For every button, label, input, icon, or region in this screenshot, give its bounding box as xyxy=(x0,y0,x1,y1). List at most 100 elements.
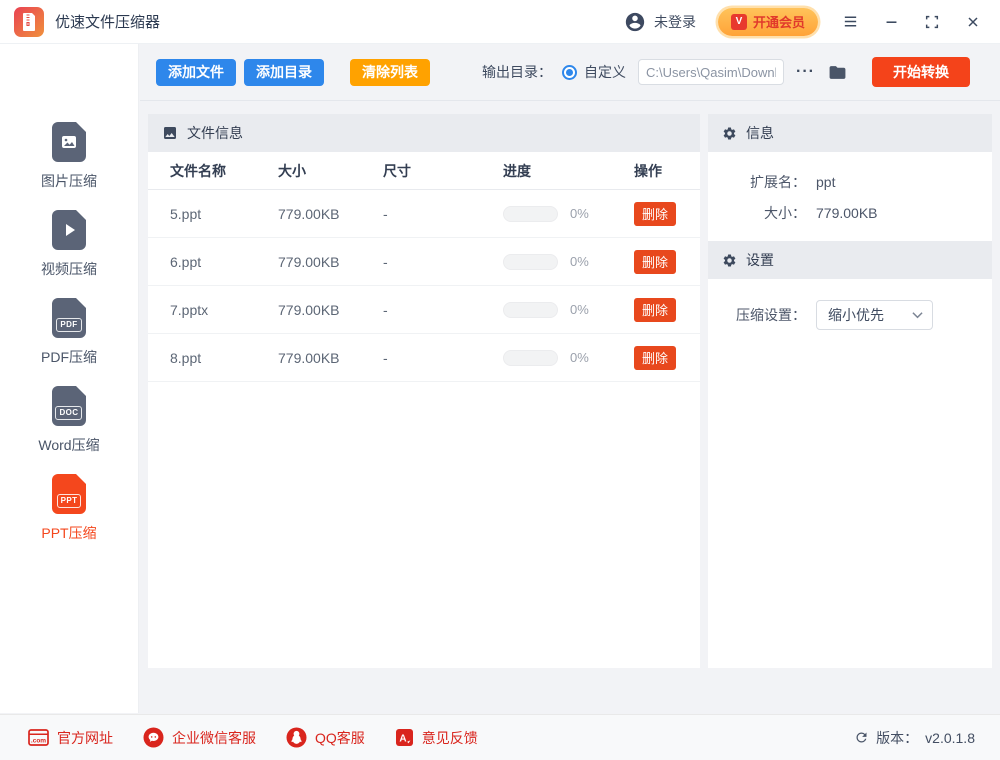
official-website-link[interactable]: .com 官方网址 xyxy=(28,728,113,748)
close-button[interactable] xyxy=(964,13,982,31)
add-file-button[interactable]: 添加文件 xyxy=(156,59,236,86)
file-dimension: - xyxy=(383,350,503,366)
file-size: 779.00KB xyxy=(278,254,383,270)
login-status[interactable]: 未登录 xyxy=(654,12,696,32)
start-convert-button[interactable]: 开始转换 xyxy=(872,57,970,87)
feedback-link[interactable]: A 意见反馈 xyxy=(395,728,478,748)
info-body: 扩展名： ppt 大小： 779.00KB xyxy=(708,152,992,241)
hamburger-icon xyxy=(842,13,859,30)
titlebar: 优速文件压缩器 未登录 V 开通会员 xyxy=(0,0,1000,44)
qq-service-link[interactable]: QQ客服 xyxy=(286,727,365,748)
progress-percent: 0% xyxy=(570,206,589,221)
sidebar-item-video-compress[interactable]: 视频压缩 xyxy=(41,210,97,279)
delete-button[interactable]: 删除 xyxy=(634,250,676,274)
sidebar-item-label: PPT压缩 xyxy=(41,523,96,543)
sidebar-item-word-compress[interactable]: DOC Word压缩 xyxy=(38,386,99,455)
sidebar-item-label: Word压缩 xyxy=(38,435,99,455)
minimize-icon xyxy=(883,13,900,30)
sidebar-item-label: 图片压缩 xyxy=(41,171,97,191)
file-info-panel: 文件信息 文件名称 大小 尺寸 进度 操作 5.ppt 779.00KB - 0… xyxy=(148,114,700,668)
table-row: 8.ppt 779.00KB - 0% 删除 xyxy=(148,334,700,382)
info-header: 信息 xyxy=(708,114,992,152)
table-row: 6.ppt 779.00KB - 0% 删除 xyxy=(148,238,700,286)
table-row: 7.pptx 779.00KB - 0% 删除 xyxy=(148,286,700,334)
wechat-service-icon xyxy=(143,727,164,748)
open-vip-button[interactable]: V 开通会员 xyxy=(718,8,818,36)
file-dimension: - xyxy=(383,254,503,270)
vip-icon: V xyxy=(731,14,747,30)
sidebar-item-label: 视频压缩 xyxy=(41,259,97,279)
output-directory-label: 输出目录： xyxy=(482,62,552,82)
doc-file-icon: DOC xyxy=(52,386,86,426)
play-icon xyxy=(66,224,75,236)
size-label: 大小： xyxy=(708,203,806,223)
col-file-name: 文件名称 xyxy=(170,161,278,181)
refresh-icon[interactable] xyxy=(854,730,869,745)
file-info-header: 文件信息 xyxy=(148,114,700,152)
menu-button[interactable] xyxy=(841,13,859,31)
progress-bar xyxy=(503,302,558,318)
user-avatar-icon[interactable] xyxy=(624,11,646,33)
settings-body: 压缩设置： 缩小优先 xyxy=(708,279,992,343)
footer: .com 官方网址 企业微信客服 QQ客服 A 意见反馈 版本：v2.0.1.8 xyxy=(0,714,1000,760)
maximize-icon xyxy=(924,14,940,30)
ppt-file-icon: PPT xyxy=(52,474,86,514)
image-panel-icon xyxy=(162,125,178,141)
output-directory-group: 输出目录： 自定义 ··· 开始转换 xyxy=(482,57,970,87)
progress-bar xyxy=(503,254,558,270)
file-name: 8.ppt xyxy=(170,350,278,366)
wechat-service-link[interactable]: 企业微信客服 xyxy=(143,727,256,748)
svg-text:.com: .com xyxy=(31,737,46,744)
col-progress: 进度 xyxy=(503,161,634,181)
compress-setting-label: 压缩设置： xyxy=(708,305,806,325)
size-value: 779.00KB xyxy=(816,205,878,221)
open-folder-button[interactable] xyxy=(827,63,848,82)
sidebar-item-pdf-compress[interactable]: PDF PDF压缩 xyxy=(41,298,97,367)
sidebar-item-ppt-compress[interactable]: PPT PPT压缩 xyxy=(41,474,96,543)
qq-service-icon xyxy=(286,727,307,748)
image-file-icon xyxy=(52,122,86,162)
progress-bar xyxy=(503,206,558,222)
file-dimension: - xyxy=(383,302,503,318)
delete-button[interactable]: 删除 xyxy=(634,298,676,322)
feedback-icon: A xyxy=(395,728,414,747)
settings-header: 设置 xyxy=(708,241,992,279)
output-path-input[interactable] xyxy=(638,59,784,85)
col-action: 操作 xyxy=(634,161,700,181)
right-panel: 信息 扩展名： ppt 大小： 779.00KB 设置 压缩设置： 缩小优先 xyxy=(708,114,992,668)
chevron-down-icon xyxy=(912,311,923,319)
col-size: 大小 xyxy=(278,161,383,181)
progress-percent: 0% xyxy=(570,302,589,317)
minimize-button[interactable] xyxy=(882,13,900,31)
delete-button[interactable]: 删除 xyxy=(634,202,676,226)
svg-text:A: A xyxy=(399,734,406,745)
delete-button[interactable]: 删除 xyxy=(634,346,676,370)
sidebar: 图片压缩 视频压缩 PDF PDF压缩 DOC Word压缩 PPT PPT压缩 xyxy=(0,44,139,713)
extension-value: ppt xyxy=(816,174,835,190)
file-name: 7.pptx xyxy=(170,302,278,318)
add-directory-button[interactable]: 添加目录 xyxy=(244,59,324,86)
browse-more-button[interactable]: ··· xyxy=(794,63,817,81)
file-size: 779.00KB xyxy=(278,350,383,366)
compress-setting-value: 缩小优先 xyxy=(828,305,884,325)
folder-icon xyxy=(827,63,848,82)
version-group: 版本：v2.0.1.8 xyxy=(854,728,975,748)
radio-dot xyxy=(566,69,573,76)
sidebar-item-image-compress[interactable]: 图片压缩 xyxy=(41,122,97,191)
version-label: 版本： xyxy=(876,728,918,748)
info-title: 信息 xyxy=(746,123,774,143)
table-header: 文件名称 大小 尺寸 进度 操作 xyxy=(148,152,700,190)
official-website-label: 官方网址 xyxy=(57,728,113,748)
maximize-button[interactable] xyxy=(923,13,941,31)
video-file-icon xyxy=(52,210,86,250)
file-size: 779.00KB xyxy=(278,302,383,318)
compress-setting-select[interactable]: 缩小优先 xyxy=(816,300,933,330)
file-info-title: 文件信息 xyxy=(187,123,243,143)
custom-radio[interactable] xyxy=(562,65,577,80)
settings-title: 设置 xyxy=(746,250,774,270)
close-icon xyxy=(965,14,981,30)
website-com-icon: .com xyxy=(28,729,49,746)
progress-percent: 0% xyxy=(570,254,589,269)
gear-icon xyxy=(722,126,737,141)
clear-list-button[interactable]: 清除列表 xyxy=(350,59,430,86)
